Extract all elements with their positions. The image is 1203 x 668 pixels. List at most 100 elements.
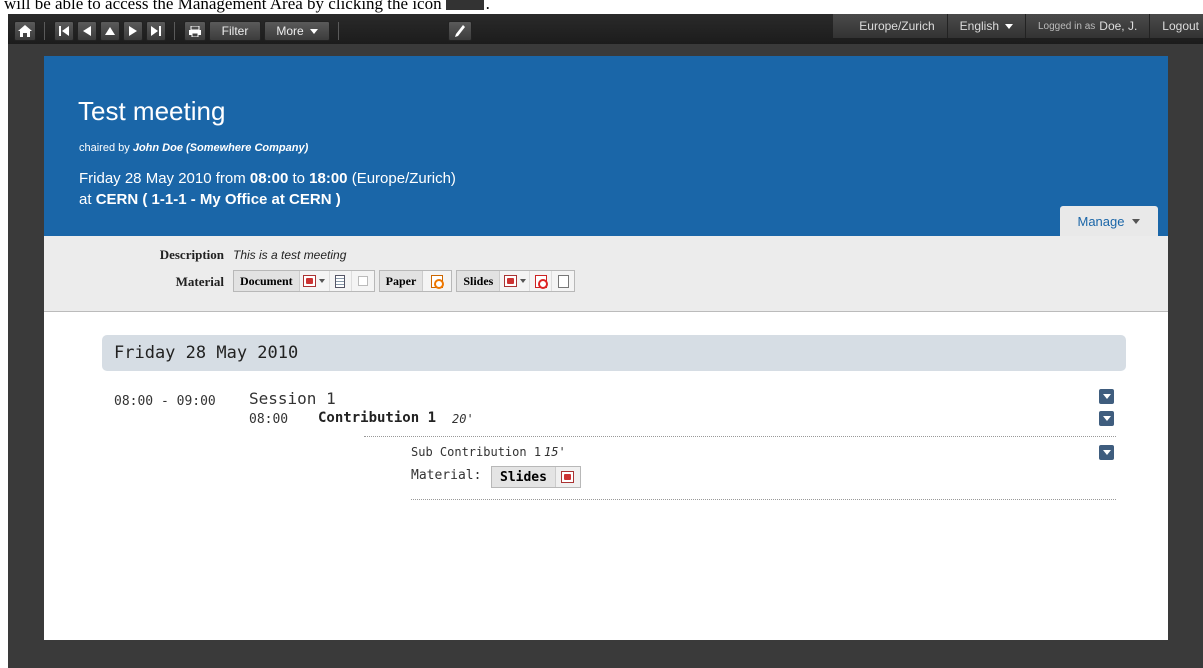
sub-contribution-title: Sub Contribution 1 xyxy=(411,445,542,459)
language-selector[interactable]: English xyxy=(946,14,1025,38)
timezone-label: Europe/Zurich xyxy=(859,19,935,33)
slides-ppt-menu[interactable] xyxy=(500,271,531,291)
toolbar: Filter More Europe/Zurich English Logged… xyxy=(8,14,1203,44)
chevron-down-icon xyxy=(309,28,318,34)
paper-file-icon xyxy=(431,274,445,289)
pencil-icon xyxy=(455,25,465,37)
document-label[interactable]: Document xyxy=(234,271,300,291)
separator xyxy=(44,22,45,40)
skip-last-icon xyxy=(151,26,161,36)
sub-slides-ppt-link[interactable] xyxy=(556,467,580,487)
chaired-by: chaired by John Doe (Somewhere Company) xyxy=(79,142,308,154)
document-text-link[interactable] xyxy=(330,271,352,291)
link-icon xyxy=(357,276,368,286)
chair-name: John Doe (Somewhere Company) xyxy=(132,142,309,154)
contribution-menu-button[interactable] xyxy=(1099,411,1114,426)
sub-material-label: Material: xyxy=(411,468,482,483)
document-text: will be able to access the Management Ar… xyxy=(4,0,442,13)
divider xyxy=(364,436,1116,437)
home-button[interactable] xyxy=(14,21,36,41)
print-button[interactable] xyxy=(184,21,206,41)
event-timezone: (Europe/Zurich) xyxy=(351,170,456,187)
session-title: Session 1 xyxy=(249,389,336,408)
separator xyxy=(338,22,339,40)
material-bar: Document Paper Slides xyxy=(233,270,576,292)
text-document-icon xyxy=(335,274,346,288)
chevron-down-icon xyxy=(1005,23,1013,29)
material-label: Material xyxy=(175,274,224,289)
day-header: Friday 28 May 2010 xyxy=(102,335,1126,371)
event-page: Test meeting chaired by John Doe (Somewh… xyxy=(44,56,1168,640)
user-name[interactable]: Doe, J. xyxy=(1099,19,1137,33)
session-bar: Europe/Zurich English Logged in as Doe, … xyxy=(833,14,1203,38)
slides-pdf-link[interactable] xyxy=(530,271,553,291)
session-menu-button[interactable] xyxy=(1099,389,1114,404)
user-info: Logged in as Doe, J. xyxy=(1025,14,1149,38)
next-button[interactable] xyxy=(123,21,143,41)
ppt-icon xyxy=(303,275,317,287)
day-title: Friday 28 May 2010 xyxy=(114,343,299,363)
ppt-icon xyxy=(503,275,517,287)
logged-in-prefix: Logged in as xyxy=(1038,20,1096,32)
event-header: Test meeting chaired by John Doe (Somewh… xyxy=(44,56,1168,236)
paper-label[interactable]: Paper xyxy=(379,271,424,291)
edit-button[interactable] xyxy=(448,21,472,41)
contribution-duration: 20' xyxy=(452,412,474,426)
arrow-left-icon xyxy=(83,26,91,36)
document-suffix: . xyxy=(485,0,490,13)
logout-label: Logout xyxy=(1162,19,1199,33)
logout-link[interactable]: Logout xyxy=(1149,14,1203,38)
previous-button[interactable] xyxy=(77,21,97,41)
separator xyxy=(174,22,175,40)
material-slides: Slides xyxy=(456,270,576,292)
home-icon xyxy=(18,25,32,37)
sub-slides-material: Slides xyxy=(491,466,581,488)
sub-slides-label[interactable]: Slides xyxy=(492,467,556,487)
document-external-link[interactable] xyxy=(352,271,374,291)
more-button[interactable]: More xyxy=(264,21,330,41)
timezone-selector[interactable]: Europe/Zurich xyxy=(833,14,946,38)
sub-contribution-menu-button[interactable] xyxy=(1099,445,1114,460)
date-prefix: Friday 28 May 2010 from xyxy=(79,170,246,187)
more-label: More xyxy=(276,24,304,38)
contribution-time: 08:00 xyxy=(249,412,289,427)
last-button[interactable] xyxy=(146,21,166,41)
first-button[interactable] xyxy=(54,21,74,41)
manage-label: Manage xyxy=(1077,213,1125,229)
end-time: 18:00 xyxy=(309,170,348,187)
arrow-up-icon xyxy=(105,27,115,35)
divider xyxy=(411,499,1116,500)
up-button[interactable] xyxy=(100,21,120,41)
pdf-icon xyxy=(534,274,548,289)
language-label: English xyxy=(959,19,999,33)
contribution-title: Contribution 1 xyxy=(318,410,437,426)
file-icon xyxy=(557,274,569,288)
description-value: This is a test meeting xyxy=(233,248,347,262)
document-ppt-menu[interactable] xyxy=(300,271,330,291)
material-paper: Paper xyxy=(378,270,453,292)
slides-label[interactable]: Slides xyxy=(457,271,501,291)
chevron-down-icon xyxy=(319,279,326,283)
at-prefix: at xyxy=(79,191,92,208)
chevron-down-icon xyxy=(1102,416,1111,421)
location-name: CERN ( 1-1-1 - My Office at CERN ) xyxy=(95,191,341,208)
slides-file-link[interactable] xyxy=(552,271,574,291)
printer-icon xyxy=(189,25,201,37)
paper-file-link[interactable] xyxy=(423,271,451,291)
chevron-down-icon xyxy=(1102,394,1111,399)
app-frame: Filter More Europe/Zurich English Logged… xyxy=(8,14,1203,668)
chevron-down-icon xyxy=(1102,450,1111,455)
material-document: Document xyxy=(233,270,375,292)
arrow-right-icon xyxy=(129,26,137,36)
skip-first-icon xyxy=(59,26,69,36)
event-location: at CERN ( 1-1-1 - My Office at CERN ) xyxy=(79,191,341,208)
to-word: to xyxy=(292,170,305,187)
description-label: Description xyxy=(159,247,224,262)
chaired-prefix: chaired by xyxy=(79,142,130,154)
session-time: 08:00 - 09:00 xyxy=(114,394,216,409)
manage-tab[interactable]: Manage xyxy=(1060,206,1158,236)
ppt-icon xyxy=(561,471,575,483)
filter-button[interactable]: Filter xyxy=(209,21,261,41)
filter-label: Filter xyxy=(221,24,249,38)
manage-icon-sample xyxy=(445,0,484,11)
